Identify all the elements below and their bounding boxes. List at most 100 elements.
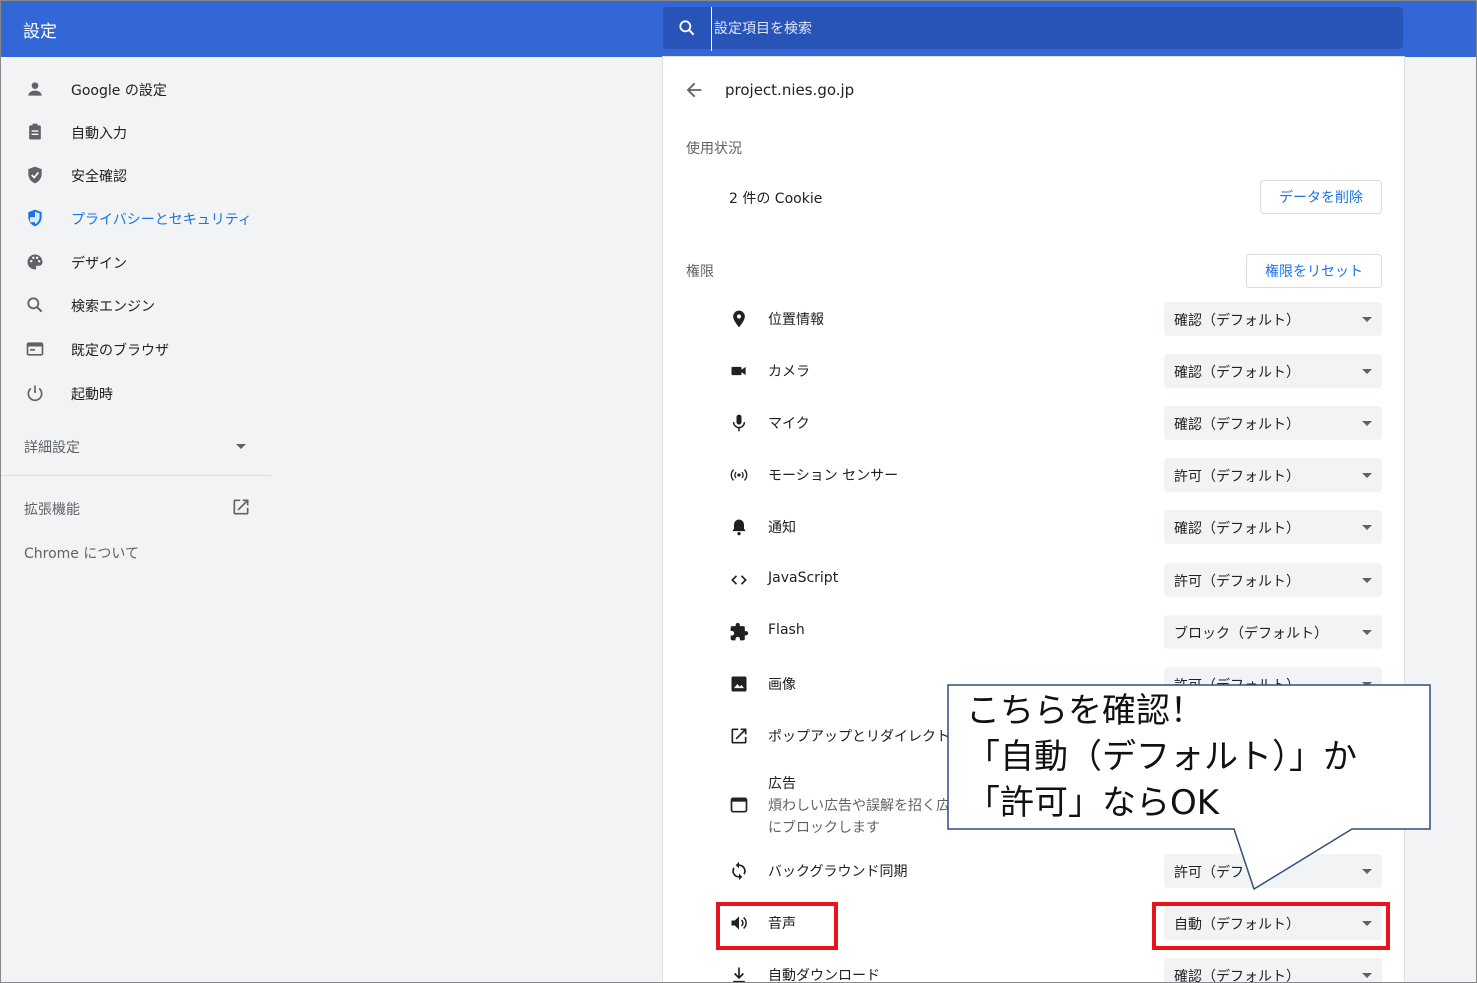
permissions-heading: 権限 (686, 264, 714, 280)
person-icon (28, 82, 42, 96)
sidebar-item-appearance[interactable]: デザイン (1, 242, 271, 282)
callout-line: 「許可」ならOK (966, 783, 1220, 823)
permission-label: カメラ (768, 364, 810, 380)
permission-row-background-sync: バックグラウンド同期 許可（デフ (663, 845, 1404, 897)
sidebar-item-label: 検索エンジン (71, 299, 155, 315)
permission-select[interactable]: 確認（デフォルト） (1164, 510, 1382, 544)
dropdown-caret-icon (1362, 682, 1372, 687)
sidebar: Google の設定 自動入力 安全確認 プライバシーとセキュリティ デザイン … (1, 57, 271, 982)
select-value: 確認（デフォルト） (1174, 313, 1300, 329)
permission-row-automatic-downloads: 自動ダウンロード 確認（デフォルト） (663, 949, 1404, 983)
permission-row-microphone: マイク 確認（デフォルト） (663, 397, 1404, 449)
permission-row-location: 位置情報 確認（デフォルト） (663, 293, 1404, 345)
sidebar-item-label: 安全確認 (71, 169, 127, 185)
shield-check-icon (28, 166, 42, 184)
sound-label-highlight (716, 902, 838, 950)
palette-icon (27, 254, 43, 270)
site-settings-panel: project.nies.go.jp 使用状況 2 件の Cookie データを… (663, 57, 1404, 983)
permission-select[interactable]: 許可（デフォルト） (1164, 458, 1382, 492)
permission-label: 画像 (768, 677, 796, 693)
dropdown-caret-icon (1362, 421, 1372, 426)
dropdown-caret-icon (1362, 317, 1372, 322)
power-icon (27, 385, 43, 402)
permission-select[interactable]: 許可（デフ (1164, 854, 1382, 888)
dropdown-caret-icon (1362, 869, 1372, 874)
permission-select[interactable]: 確認（デフォルト） (1164, 302, 1382, 336)
download-icon (733, 967, 745, 982)
header-bar: 設定 (1, 1, 1476, 57)
sidebar-item-google[interactable]: Google の設定 (1, 69, 271, 109)
sidebar-item-autofill[interactable]: 自動入力 (1, 112, 271, 152)
bell-icon (732, 519, 746, 536)
permission-label: モーション センサー (768, 468, 899, 484)
permission-row-motion-sensor: モーション センサー 許可（デフォルト） (663, 449, 1404, 501)
permission-select[interactable]: 確認（デフォルト） (1164, 354, 1382, 388)
dropdown-caret-icon (1362, 525, 1372, 530)
select-value: 確認（デフォルト） (1174, 969, 1300, 983)
camera-icon (731, 366, 746, 376)
dropdown-caret-icon (1362, 578, 1372, 583)
permission-row-javascript: JavaScript 許可（デフォルト） (663, 554, 1404, 606)
advanced-toggle[interactable]: 詳細設定 (24, 437, 250, 457)
sidebar-divider (1, 475, 271, 476)
microphone-icon (732, 414, 746, 432)
extensions-link[interactable]: 拡張機能 (24, 499, 254, 519)
extensions-label: 拡張機能 (24, 502, 80, 518)
reset-permissions-button[interactable]: 権限をリセット (1246, 254, 1382, 288)
select-value: 許可（デフォルト） (1174, 574, 1300, 590)
chevron-down-icon (236, 444, 246, 449)
permission-description: にブロックします (768, 820, 880, 836)
sidebar-item-label: デザイン (71, 256, 127, 272)
permission-select[interactable]: 確認（デフォルト） (1164, 406, 1382, 440)
permission-row-flash: Flash ブロック（デフォルト） (663, 606, 1404, 658)
search-icon (679, 20, 695, 36)
permission-label: バックグラウンド同期 (768, 864, 908, 880)
sidebar-item-label: 自動入力 (71, 126, 127, 142)
ad-icon (730, 797, 748, 813)
delete-data-button[interactable]: データを削除 (1260, 180, 1382, 214)
permission-select[interactable]: 確認（デフォルト） (1164, 958, 1382, 983)
permission-label: JavaScript (768, 570, 839, 586)
settings-window: 設定 Google の設定 自動入力 安全確認 プライバシーとセキュリティ デザ… (0, 0, 1477, 983)
back-arrow-icon[interactable] (683, 79, 705, 101)
sidebar-item-on-startup[interactable]: 起動時 (1, 373, 271, 413)
sidebar-item-privacy[interactable]: プライバシーとセキュリティ (1, 198, 271, 238)
permission-description: 煩わしい広告や誤解を招く広 (768, 798, 950, 814)
permission-select[interactable]: ブロック（デフォルト） (1164, 615, 1382, 649)
permission-label: ポップアップとリダイレクト (768, 729, 950, 745)
usage-heading: 使用状況 (686, 141, 742, 157)
permission-select[interactable]: 許可（デフォルト） (1164, 563, 1382, 597)
select-value: 許可（デフ (1174, 865, 1244, 881)
dropdown-caret-icon (1362, 973, 1372, 978)
dropdown-caret-icon (1362, 473, 1372, 478)
permission-row-camera: カメラ 確認（デフォルト） (663, 345, 1404, 397)
permission-label: 位置情報 (768, 312, 824, 328)
sync-icon (732, 861, 746, 881)
cookie-count: 2 件の Cookie (729, 191, 823, 207)
open-in-new-icon (233, 499, 249, 515)
select-value: 確認（デフォルト） (1174, 521, 1300, 537)
sidebar-item-label: Google の設定 (71, 83, 167, 99)
search-icon (27, 297, 43, 313)
sidebar-item-default-browser[interactable]: 既定のブラウザ (1, 329, 271, 369)
browser-icon (26, 342, 44, 356)
clipboard-icon (29, 123, 41, 140)
sensor-icon (730, 469, 748, 481)
search-input[interactable] (711, 7, 1376, 51)
select-value: 確認（デフォルト） (1174, 365, 1300, 381)
about-chrome-link[interactable]: Chrome について (24, 543, 139, 563)
code-icon (731, 575, 747, 585)
select-value: ブロック（デフォルト） (1174, 626, 1328, 642)
sidebar-item-label: 既定のブラウザ (71, 343, 169, 359)
sidebar-item-search-engine[interactable]: 検索エンジン (1, 285, 271, 325)
sound-value-highlight (1152, 902, 1390, 950)
permission-label: 自動ダウンロード (768, 968, 880, 983)
dropdown-caret-icon (1362, 630, 1372, 635)
search-box[interactable] (663, 7, 1403, 51)
sidebar-item-safety-check[interactable]: 安全確認 (1, 155, 271, 195)
site-url: project.nies.go.jp (725, 81, 855, 99)
select-value: 許可（デフォルト） (1174, 469, 1300, 485)
callout-text: こちらを確認！ 「自動（デフォルト）」か 「許可」ならOK (966, 688, 1357, 826)
sidebar-item-label: 起動時 (71, 387, 113, 403)
dropdown-caret-icon (1362, 369, 1372, 374)
